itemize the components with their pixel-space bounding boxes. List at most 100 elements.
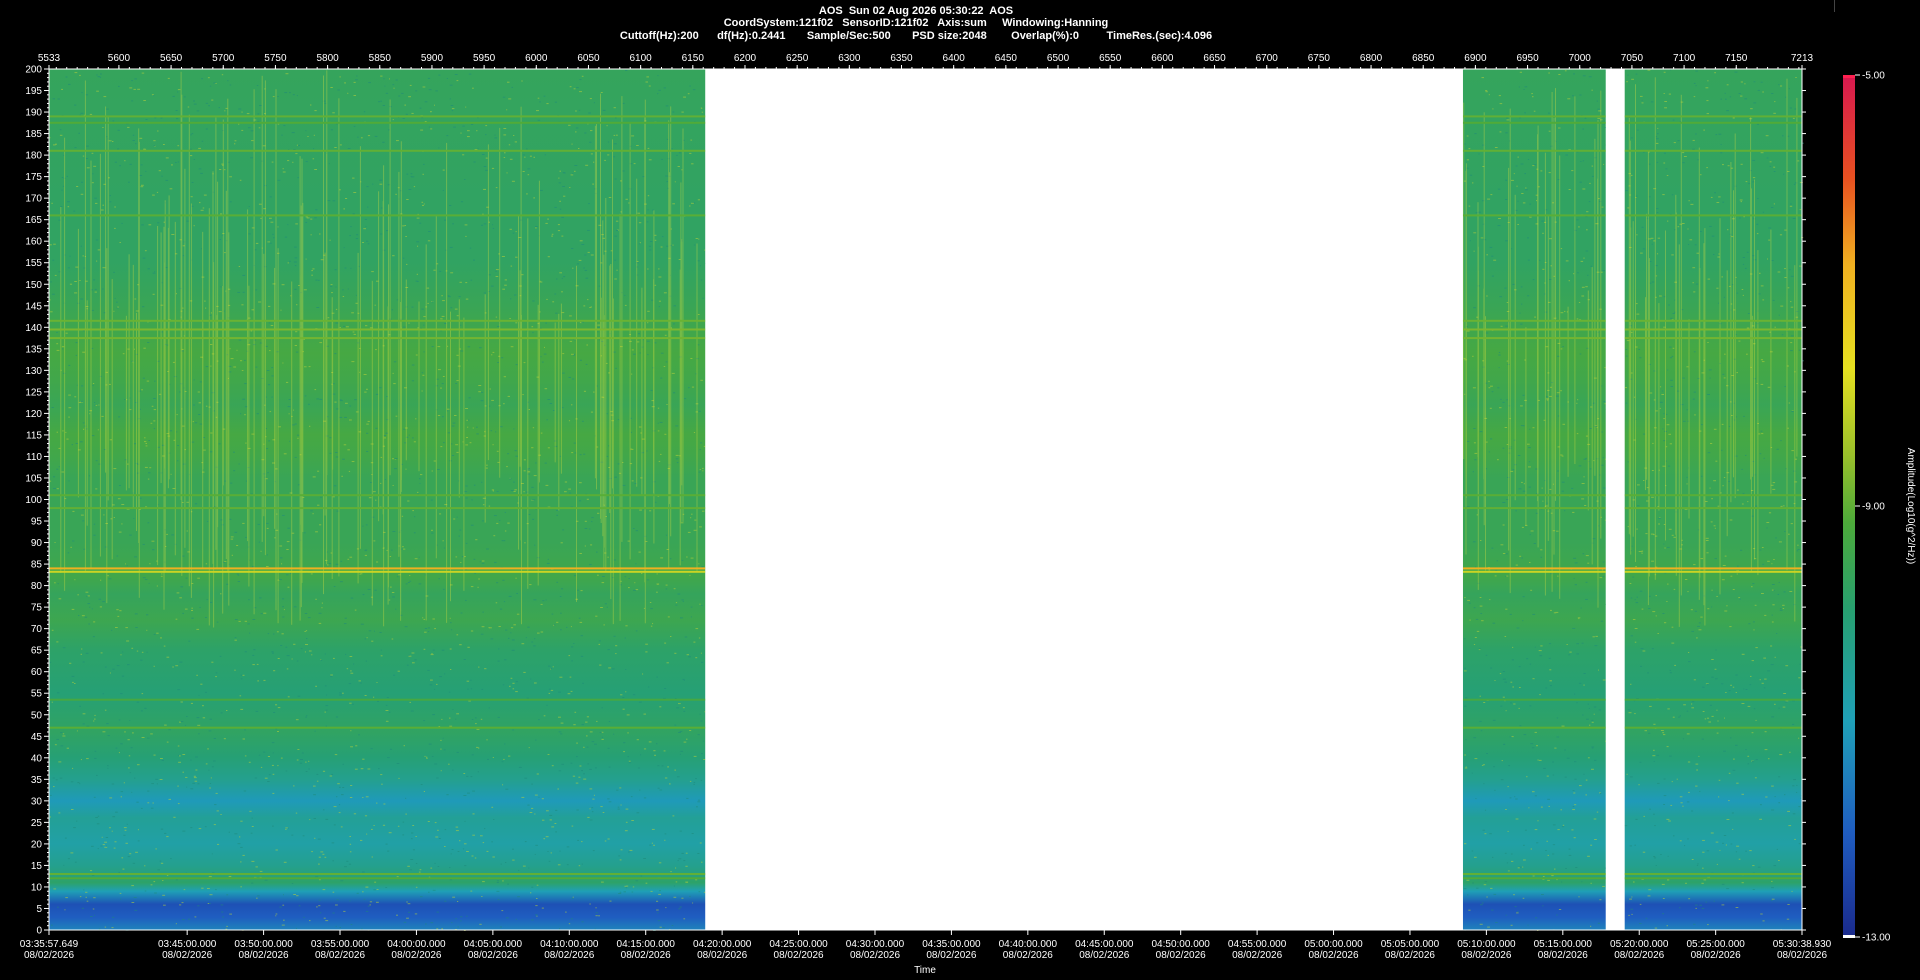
- x-date-tick-label: 08/02/2026: [544, 950, 594, 961]
- x-top-tick-label: 6200: [734, 53, 757, 64]
- x-date-tick-label: 08/02/2026: [697, 950, 747, 961]
- x-top-tick-label: 5800: [316, 53, 339, 64]
- spectral-line: [49, 149, 706, 152]
- spectral-line: [49, 328, 706, 331]
- x-date-tick-label: 08/02/2026: [1538, 950, 1588, 961]
- spectral-line: [1624, 337, 1802, 340]
- x-top-tick-label: 6150: [682, 53, 705, 64]
- spectral-line: [49, 121, 706, 124]
- spectral-line: [1462, 149, 1606, 152]
- x-time-tick-label: 04:15:00.000: [617, 939, 676, 950]
- x-top-tick-label: 6300: [838, 53, 861, 64]
- x-date-tick-label: 08/02/2026: [1614, 950, 1664, 961]
- x-date-tick-label: 08/02/2026: [1309, 950, 1359, 961]
- y-tick-label: 40: [31, 753, 43, 764]
- spectral-line: [1624, 507, 1802, 510]
- spectral-line: [49, 877, 706, 880]
- y-tick-label: 155: [25, 258, 42, 269]
- x-date-tick-label: 08/02/2026: [239, 950, 289, 961]
- x-top-tick-label: 5533: [38, 53, 61, 64]
- x-top-tick-label: 6250: [786, 53, 809, 64]
- spectral-line: [49, 214, 706, 217]
- y-tick-label: 85: [31, 560, 43, 571]
- y-tick-label: 200: [25, 65, 42, 76]
- spectral-line: [49, 507, 706, 510]
- x-date-tick-label: 08/02/2026: [1156, 950, 1206, 961]
- y-tick-label: 0: [36, 926, 42, 937]
- spectral-line: [1462, 328, 1606, 331]
- x-time-tick-label: 05:05:00.000: [1381, 939, 1440, 950]
- y-tick-label: 105: [25, 473, 42, 484]
- data-gap: [1605, 69, 1625, 930]
- x-top-tick-label: 7000: [1569, 53, 1592, 64]
- spectral-line: [1462, 319, 1606, 322]
- x-date-tick-label: 08/02/2026: [1003, 950, 1053, 961]
- spectral-line: [1462, 567, 1606, 570]
- x-top-tick-label: 6800: [1360, 53, 1383, 64]
- spectral-line: [49, 337, 706, 340]
- x-top-tick-label: 6050: [577, 53, 600, 64]
- y-tick-label: 30: [31, 796, 43, 807]
- x-date-tick-label: 08/02/2026: [1385, 950, 1435, 961]
- x-date-tick-label: 08/02/2026: [24, 950, 74, 961]
- x-date-tick-label: 08/02/2026: [850, 950, 900, 961]
- y-tick-label: 145: [25, 301, 42, 312]
- x-time-tick-label: 03:35:57.649: [20, 939, 79, 950]
- y-tick-label: 150: [25, 280, 42, 291]
- spectral-line: [1624, 319, 1802, 322]
- spectral-line: [1624, 149, 1802, 152]
- y-tick-label: 185: [25, 129, 42, 140]
- spectral-line: [49, 115, 706, 118]
- x-axis-bottom-time: 03:35:57.64908/02/202603:45:00.00008/02/…: [20, 930, 1832, 961]
- x-time-tick-label: 04:05:00.000: [464, 939, 523, 950]
- x-time-tick-label: 04:00:00.000: [387, 939, 446, 950]
- x-top-tick-label: 7050: [1621, 53, 1644, 64]
- spectral-line: [49, 873, 706, 875]
- spectral-line: [1462, 873, 1606, 875]
- spectral-line: [1624, 873, 1802, 875]
- y-tick-label: 125: [25, 387, 42, 398]
- spectral-line: [49, 726, 706, 729]
- spectral-line: [1624, 121, 1802, 124]
- spectral-line: [1462, 877, 1606, 880]
- y-tick-label: 75: [31, 603, 43, 614]
- x-axis-top-frames: 5533 5600 5650 5700 5750 5800 5850 5900 5950 6000…: [38, 53, 1814, 69]
- x-date-tick-label: 08/02/2026: [468, 950, 518, 961]
- x-date-tick-label: 08/02/2026: [1691, 950, 1741, 961]
- x-top-tick-label: 6850: [1412, 53, 1435, 64]
- x-date-tick-label: 08/02/2026: [926, 950, 976, 961]
- x-date-tick-label: 08/02/2026: [1079, 950, 1129, 961]
- x-time-tick-label: 04:55:00.000: [1228, 939, 1287, 950]
- x-time-tick-label: 05:00:00.000: [1304, 939, 1363, 950]
- y-tick-label: 10: [31, 882, 43, 893]
- spectral-line: [49, 698, 706, 701]
- x-top-tick-label: 7213: [1791, 53, 1814, 64]
- spectrogram-segment: [1624, 69, 1805, 931]
- y-tick-label: 165: [25, 215, 42, 226]
- x-top-tick-label: 5900: [421, 53, 444, 64]
- spectral-line: [1462, 121, 1606, 124]
- colorbar: [1843, 75, 1855, 937]
- y-tick-label: 135: [25, 344, 42, 355]
- spectrogram-chart: 2001951901851801751701651601551501451401…: [20, 53, 1916, 976]
- y-tick-label: 5: [36, 904, 42, 915]
- x-time-tick-label: 03:45:00.000: [158, 939, 217, 950]
- spectral-line: [49, 567, 706, 570]
- y-tick-label: 100: [25, 495, 42, 506]
- x-date-tick-label: 08/02/2026: [315, 950, 365, 961]
- spectral-line: [1462, 698, 1606, 701]
- x-top-tick-label: 7150: [1725, 53, 1748, 64]
- y-tick-label: 140: [25, 323, 42, 334]
- x-top-tick-label: 5750: [264, 53, 287, 64]
- colorbar-ticks: -5.00 -9.00 -13.00: [1855, 71, 1891, 944]
- y-tick-label: 180: [25, 151, 42, 162]
- spectral-line: [1624, 328, 1802, 331]
- x-time-tick-label: 04:30:00.000: [846, 939, 905, 950]
- x-top-tick-label: 6950: [1516, 53, 1539, 64]
- y-tick-label: 55: [31, 689, 43, 700]
- spectral-line: [1462, 507, 1606, 510]
- colorbar-tick-label: -13.00: [1862, 933, 1891, 944]
- x-time-tick-label: 04:25:00.000: [769, 939, 828, 950]
- x-time-tick-label: 03:50:00.000: [234, 939, 293, 950]
- spectral-line: [1624, 567, 1802, 570]
